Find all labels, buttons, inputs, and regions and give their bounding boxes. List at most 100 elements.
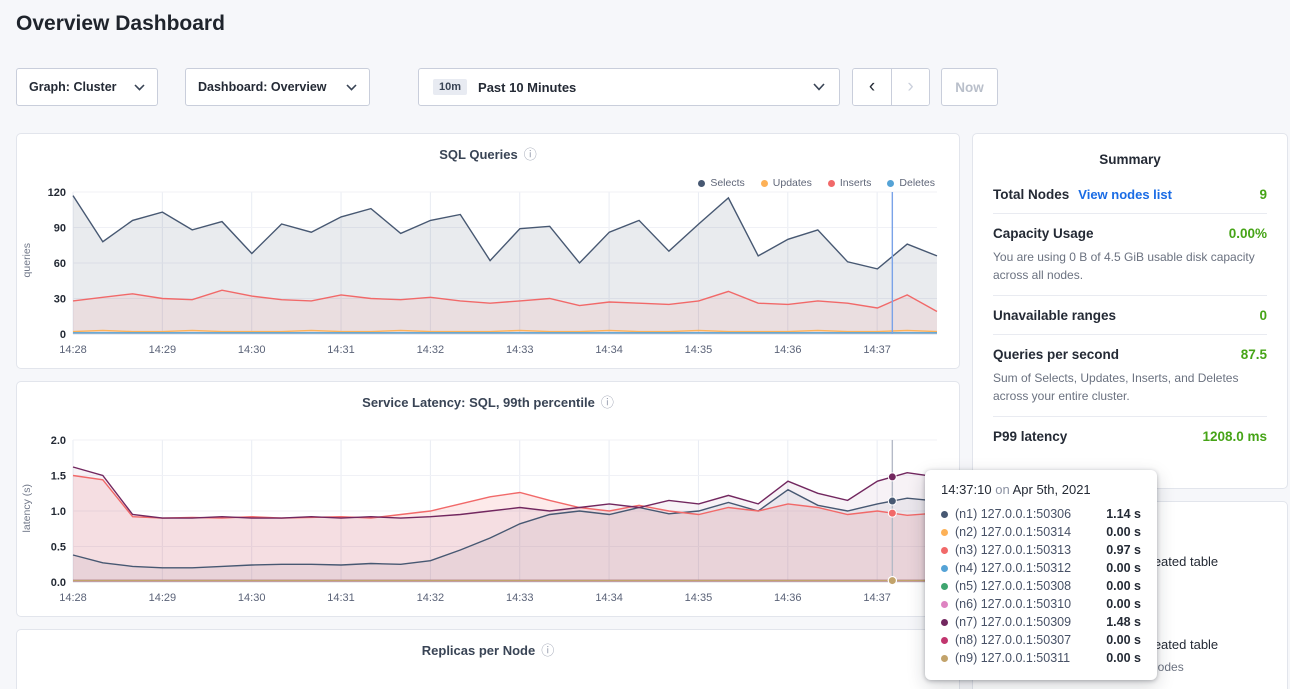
latency-value: 1.48 s [1106,615,1141,629]
node-address: (n1) 127.0.0.1:50306 [955,507,1071,521]
series-dot-icon [941,637,948,644]
svg-text:14:32: 14:32 [417,592,445,604]
summary-p99-latency: P99 latency 1208.0 ms [993,416,1267,455]
svg-text:14:31: 14:31 [327,344,355,356]
qps-label: Queries per second [993,347,1119,362]
p99-latency-label: P99 latency [993,429,1067,444]
svg-text:1.0: 1.0 [51,506,66,518]
series-dot-icon [941,547,948,554]
latency-value: 0.00 s [1106,597,1141,611]
tooltip-row: (n2) 127.0.0.1:50314 0.00 s [941,523,1141,541]
time-prev-button[interactable]: ‹ [853,69,891,105]
svg-text:14:29: 14:29 [149,592,177,604]
svg-text:14:33: 14:33 [506,592,534,604]
service-latency-title: Service Latency: SQL, 99th percentile ⓘ [17,395,959,410]
latency-value: 1.14 s [1106,507,1141,521]
node-address: (n7) 127.0.0.1:50309 [955,615,1071,629]
series-dot-icon [941,619,948,626]
sql-queries-chart[interactable]: 14:2814:2914:3014:3114:3214:3314:3414:35… [31,186,947,358]
tooltip-row: (n5) 127.0.0.1:503080.00 s [941,577,1141,595]
qps-value: 87.5 [1241,347,1267,362]
tooltip-date: Apr 5th, 2021 [1013,482,1091,497]
series-dot-icon [941,655,948,662]
svg-text:0.0: 0.0 [51,577,66,589]
tooltip-row: (n3) 127.0.0.1:50313 0.97 s [941,541,1141,559]
now-button[interactable]: Now [941,68,998,106]
info-icon[interactable]: ⓘ [601,396,614,409]
svg-text:14:30: 14:30 [238,344,266,356]
total-nodes-label: Total Nodes [993,187,1069,202]
summary-total-nodes: Total Nodes View nodes list 9 [993,175,1267,213]
node-address: (n8) 127.0.0.1:50307 [955,633,1071,647]
node-address: (n4) 127.0.0.1:50312 [955,561,1071,575]
chevron-down-icon [813,83,825,91]
tooltip-row: (n8) 127.0.0.1:50307 0.00 s [941,631,1141,649]
series-dot-icon [941,511,948,518]
node-address: (n9) 127.0.0.1:50311 [955,651,1070,665]
latency-value: 0.00 s [1106,561,1141,575]
time-next-button[interactable]: › [891,69,929,105]
capacity-usage-label: Capacity Usage [993,226,1094,241]
prev-arrow-icon: ‹ [869,76,875,97]
latency-value: 0.97 s [1106,543,1141,557]
view-nodes-link[interactable]: View nodes list [1078,187,1172,202]
info-icon[interactable]: ⓘ [524,148,537,161]
tooltip-timestamp: 14:37:10 on Apr 5th, 2021 [941,482,1141,497]
series-dot-icon [941,583,948,590]
tooltip-separator: on [995,482,1009,497]
tooltip-row: (n4) 127.0.0.1:50312 0.00 s [941,559,1141,577]
graph-select-dropdown[interactable]: Graph: Cluster [16,68,158,106]
dashboard-select-dropdown[interactable]: Dashboard: Overview [185,68,370,106]
svg-text:14:37: 14:37 [863,592,891,604]
svg-text:14:34: 14:34 [595,344,623,356]
node-address: (n2) 127.0.0.1:50314 [955,525,1071,539]
chevron-down-icon [346,84,357,91]
chevron-down-icon [134,84,145,91]
svg-text:90: 90 [54,223,66,235]
svg-text:14:29: 14:29 [149,344,177,356]
svg-text:14:37: 14:37 [863,344,891,356]
svg-text:14:32: 14:32 [417,344,445,356]
node-address: (n3) 127.0.0.1:50313 [955,543,1071,557]
chart-tooltip: 14:37:10 on Apr 5th, 2021 (n1) 127.0.0.1… [925,470,1157,680]
summary-heading: Summary [993,152,1267,167]
qps-note: Sum of Selects, Updates, Inserts, and De… [993,369,1265,405]
summary-queries-per-second: Queries per second 87.5 Sum of Selects, … [993,334,1267,416]
series-dot-icon [941,529,948,536]
unavailable-ranges-value: 0 [1259,308,1267,323]
latency-value: 0.00 s [1106,633,1141,647]
summary-capacity-usage: Capacity Usage 0.00% You are using 0 B o… [993,213,1267,295]
svg-text:14:36: 14:36 [774,592,802,604]
latency-value: 0.00 s [1106,579,1141,593]
svg-text:14:36: 14:36 [774,344,802,356]
latency-value: 0.00 s [1106,651,1141,665]
svg-text:14:35: 14:35 [685,344,713,356]
graph-select-label: Graph: Cluster [29,80,117,94]
svg-text:0: 0 [60,329,66,341]
tooltip-row: (n9) 127.0.0.1:50311 0.00 s [941,649,1141,667]
service-latency-chart[interactable]: 14:2814:2914:3014:3114:3214:3314:3414:35… [31,434,947,606]
replicas-per-node-panel: Replicas per Node ⓘ [16,629,960,689]
dashboard-select-label: Dashboard: Overview [198,80,327,94]
node-address: (n6) 127.0.0.1:50310 [955,597,1071,611]
latency-value: 0.00 s [1106,525,1141,539]
time-range-badge: 10m [433,79,467,95]
unavailable-ranges-label: Unavailable ranges [993,308,1116,323]
time-range-label: Past 10 Minutes [478,80,576,95]
svg-text:1.5: 1.5 [51,471,66,483]
info-icon[interactable]: ⓘ [541,644,554,657]
tooltip-rows: (n1) 127.0.0.1:50306 1.14 s (n2) 127.0.0.1… [941,505,1141,667]
sql-queries-panel: SQL Queries ⓘ SelectsUpdatesInsertsDelet… [16,133,960,369]
time-range-dropdown[interactable]: 10m Past 10 Minutes [418,68,840,106]
svg-text:2.0: 2.0 [51,435,66,447]
total-nodes-value: 9 [1259,187,1267,202]
capacity-usage-value: 0.00% [1229,226,1267,241]
svg-text:14:28: 14:28 [59,592,87,604]
summary-panel: Summary Total Nodes View nodes list 9 Ca… [972,133,1288,489]
capacity-usage-note: You are using 0 B of 4.5 GiB usable disk… [993,248,1265,284]
svg-text:14:30: 14:30 [238,592,266,604]
svg-text:14:33: 14:33 [506,344,534,356]
page-title: Overview Dashboard [16,12,225,36]
service-latency-panel: Service Latency: SQL, 99th percentile ⓘ … [16,381,960,617]
series-dot-icon [941,565,948,572]
